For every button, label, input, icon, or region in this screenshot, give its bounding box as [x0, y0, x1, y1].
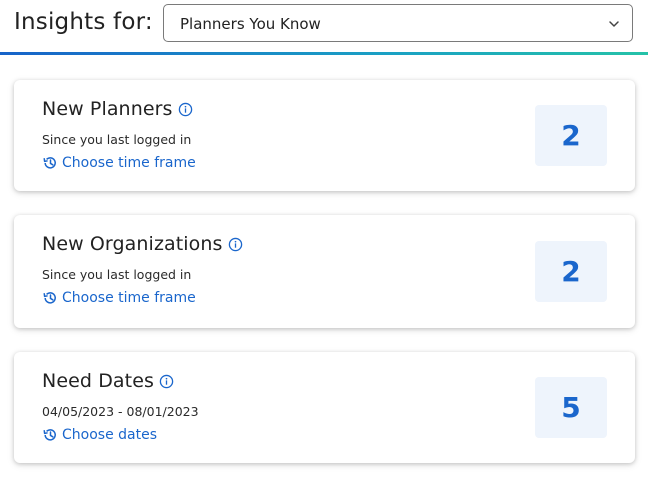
- link-label: Choose time frame: [62, 155, 196, 171]
- card-subtitle: Since you last logged in: [42, 267, 192, 282]
- count-badge: 5: [535, 377, 607, 438]
- info-icon[interactable]: [178, 102, 193, 117]
- count-badge: 2: [535, 105, 607, 166]
- card-title: New Planners: [42, 98, 173, 120]
- card-title: Need Dates: [42, 370, 155, 392]
- page-title: Insights for:: [14, 9, 153, 35]
- accent-divider: [0, 52, 648, 55]
- choose-time-frame-link[interactable]: Choose time frame: [42, 155, 196, 171]
- link-label: Choose dates: [62, 427, 157, 443]
- card-title-row: New Planners: [42, 98, 193, 120]
- history-icon: [43, 157, 56, 169]
- insight-card-new-planners: New Planners Since you last logged in Ch…: [14, 80, 635, 191]
- history-icon: [43, 429, 56, 441]
- history-icon: [43, 292, 56, 304]
- link-label: Choose time frame: [62, 290, 196, 306]
- chevron-down-icon: [609, 21, 619, 27]
- card-title-row: Need Dates: [42, 370, 174, 392]
- count-badge: 2: [535, 241, 607, 302]
- card-subtitle: 04/05/2023 - 08/01/2023: [42, 404, 199, 419]
- choose-dates-link[interactable]: Choose dates: [42, 427, 157, 443]
- info-icon[interactable]: [159, 374, 174, 389]
- info-icon[interactable]: [228, 237, 243, 252]
- select-value: Planners You Know: [180, 15, 321, 33]
- insights-select[interactable]: Planners You Know: [163, 4, 633, 42]
- card-title-row: New Organizations: [42, 233, 243, 255]
- insight-card-new-organizations: New Organizations Since you last logged …: [14, 215, 635, 328]
- card-subtitle: Since you last logged in: [42, 132, 192, 147]
- choose-time-frame-link[interactable]: Choose time frame: [42, 290, 196, 306]
- insights-header: Insights for: Planners You Know: [0, 0, 648, 52]
- card-title: New Organizations: [42, 233, 223, 255]
- insight-card-need-dates: Need Dates 04/05/2023 - 08/01/2023 Choos…: [14, 352, 635, 463]
